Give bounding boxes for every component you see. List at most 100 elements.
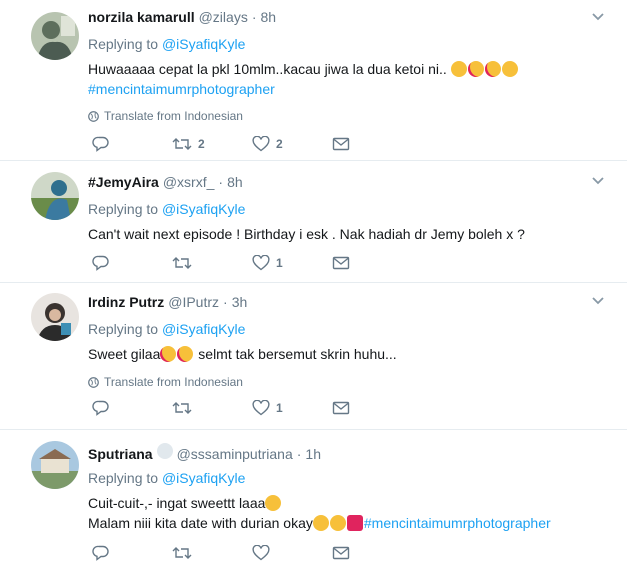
- retweet-icon: [172, 402, 192, 414]
- replying-to: Replying to @iSyafiqKyle: [88, 321, 613, 339]
- direct-message-button[interactable]: [332, 546, 350, 560]
- like-button[interactable]: 1: [252, 255, 332, 271]
- envelope-icon: [332, 137, 350, 151]
- reply-button[interactable]: [92, 255, 172, 271]
- heart-eyes-emoji-icon: [467, 61, 484, 77]
- mention-link[interactable]: @iSyafiqKyle: [162, 321, 245, 337]
- like-button[interactable]: 2: [252, 136, 332, 152]
- display-name[interactable]: Irdinz Putrz: [88, 294, 164, 310]
- tweet-header: #JemyAira @xsrxf_ · 8h: [88, 174, 613, 192]
- reply-icon: [92, 255, 109, 271]
- retweet-button[interactable]: 2: [172, 136, 252, 152]
- chevron-down-icon[interactable]: [591, 12, 605, 22]
- joy-emoji-icon: [329, 515, 346, 531]
- heart-emoji-icon: [346, 515, 363, 531]
- retweet-button[interactable]: [172, 255, 252, 271]
- direct-message-button[interactable]: [332, 401, 350, 415]
- reply-button[interactable]: [92, 400, 172, 416]
- heart-icon: [252, 136, 270, 152]
- reply-icon: [92, 400, 109, 416]
- like-button[interactable]: 1: [252, 400, 332, 416]
- steam-face-emoji-icon: [265, 495, 282, 511]
- replying-to: Replying to @iSyafiqKyle: [88, 470, 613, 488]
- avatar[interactable]: [31, 172, 79, 220]
- replying-to: Replying to @iSyafiqKyle: [88, 201, 613, 219]
- envelope-icon: [332, 256, 350, 270]
- reply-button[interactable]: [92, 136, 172, 152]
- timestamp[interactable]: 3h: [232, 294, 248, 310]
- hashtag-link[interactable]: #mencintaimumrphotographer: [364, 515, 551, 531]
- heart-icon: [252, 400, 270, 416]
- username[interactable]: @sssaminputriana: [177, 446, 293, 462]
- retweet-button[interactable]: [172, 400, 252, 416]
- tweet-item[interactable]: norzila kamarull @zilays · 8h Replying t…: [0, 0, 627, 161]
- separator-dot: ·: [296, 446, 302, 462]
- like-button[interactable]: [252, 545, 332, 561]
- replying-to-label: Replying to: [88, 470, 159, 486]
- timestamp[interactable]: 1h: [305, 446, 321, 462]
- translate-label: Translate from Indonesian: [104, 375, 243, 389]
- yum-emoji-icon: [312, 515, 329, 531]
- avatar[interactable]: [31, 293, 79, 341]
- mention-link[interactable]: @iSyafiqKyle: [162, 36, 245, 52]
- tweet-header: Sputriana @sssaminputriana · 1h: [88, 443, 613, 462]
- reply-icon: [92, 545, 109, 561]
- globe-icon: [88, 110, 99, 122]
- tweet-header: Irdinz Putrz @IPutrz · 3h: [88, 294, 613, 312]
- like-count: 1: [276, 256, 283, 270]
- separator-dot: ·: [223, 294, 228, 310]
- tweet-item[interactable]: Sputriana @sssaminputriana · 1h Replying…: [0, 430, 627, 569]
- translate-link[interactable]: Translate from Indonesian: [88, 108, 613, 124]
- tweet-text-line: Can't wait next episode ! Birthday i esk…: [88, 226, 525, 242]
- tweet-text: Cuit-cuit-,- ingat sweettt laaa Malam ni…: [88, 493, 613, 533]
- reply-button[interactable]: [92, 545, 172, 561]
- mention-link[interactable]: @iSyafiqKyle: [162, 470, 245, 486]
- reply-icon: [92, 136, 109, 152]
- tweet-text-line: Huwaaaaa cepat la pkl 10mlm..kacau jiwa …: [88, 61, 447, 77]
- emoji-group: [450, 61, 519, 77]
- display-name[interactable]: #JemyAira: [88, 174, 159, 190]
- tweet-actions: 1: [92, 398, 350, 418]
- grin-emoji-icon: [501, 61, 518, 77]
- direct-message-button[interactable]: [332, 256, 350, 270]
- timestamp[interactable]: 8h: [260, 9, 276, 25]
- tweet-item[interactable]: #JemyAira @xsrxf_ · 8h Replying to @iSya…: [0, 161, 627, 283]
- tweet-actions: 1: [92, 253, 350, 273]
- retweet-icon: [172, 547, 192, 559]
- username[interactable]: @zilays: [199, 9, 248, 25]
- tweet-text: Huwaaaaa cepat la pkl 10mlm..kacau jiwa …: [88, 59, 613, 99]
- mention-link[interactable]: @iSyafiqKyle: [162, 201, 245, 217]
- tweet-header: norzila kamarull @zilays · 8h: [88, 9, 613, 27]
- kiss-emoji-icon: [450, 61, 467, 77]
- heart-eyes-emoji-icon: [160, 346, 177, 362]
- replying-to-label: Replying to: [88, 201, 159, 217]
- like-count: 1: [276, 401, 283, 415]
- envelope-icon: [332, 401, 350, 415]
- tweet-text: Sweet gilaa selmt tak bersemut skrin huh…: [88, 344, 613, 364]
- avatar[interactable]: [31, 12, 79, 60]
- avatar[interactable]: [31, 441, 79, 489]
- translate-link[interactable]: Translate from Indonesian: [88, 374, 613, 390]
- timestamp[interactable]: 8h: [227, 174, 243, 190]
- separator-dot: ·: [251, 9, 257, 25]
- display-name[interactable]: Sputriana: [88, 446, 153, 462]
- username[interactable]: @xsrxf_: [163, 174, 215, 190]
- retweet-icon: [172, 257, 192, 269]
- replying-to-label: Replying to: [88, 36, 159, 52]
- tweet-text: Can't wait next episode ! Birthday i esk…: [88, 224, 613, 244]
- retweet-count: 2: [198, 137, 205, 151]
- chevron-down-icon[interactable]: [591, 296, 605, 306]
- display-name[interactable]: norzila kamarull: [88, 9, 195, 25]
- heart-icon: [252, 545, 270, 561]
- direct-message-button[interactable]: [332, 137, 350, 151]
- username[interactable]: @IPutrz: [168, 294, 219, 310]
- globe-icon: [88, 376, 99, 388]
- chevron-down-icon[interactable]: [591, 176, 605, 186]
- hashtag-link[interactable]: #mencintaimumrphotographer: [88, 81, 275, 97]
- tweet-item[interactable]: Irdinz Putrz @IPutrz · 3h Replying to @i…: [0, 283, 627, 430]
- tweet-text-line: Sweet gilaa: [88, 346, 161, 362]
- retweet-button[interactable]: [172, 545, 252, 561]
- heart-eyes-emoji-icon: [484, 61, 501, 77]
- translate-label: Translate from Indonesian: [104, 109, 243, 123]
- like-count: 2: [276, 137, 283, 151]
